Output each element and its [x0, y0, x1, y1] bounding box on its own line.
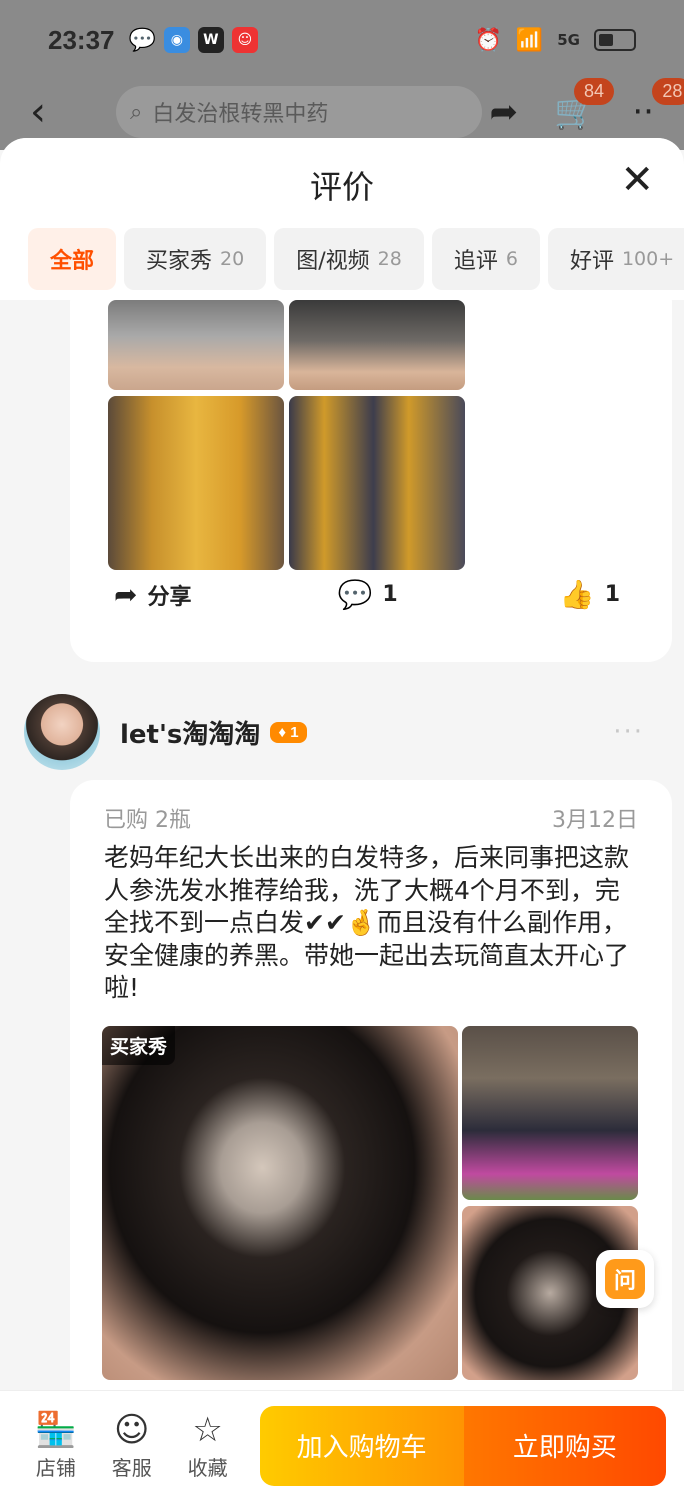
sheet-header: 评价 ✕ 全部 买家秀 20 图/视频 28 追评 6 好评 100+: [0, 138, 684, 300]
like-count: 1: [604, 582, 620, 607]
status-time: 23:37: [48, 24, 115, 55]
cart-icon[interactable]: 🛒 84: [554, 78, 615, 132]
filter-tabs: 全部 买家秀 20 图/视频 28 追评 6 好评 100+: [28, 228, 684, 290]
thumbs-up-icon: 👍: [559, 578, 595, 611]
app-icon: ☺: [231, 27, 258, 53]
tab-label: 买家秀: [146, 249, 213, 274]
ask-button[interactable]: 问: [596, 1250, 654, 1308]
search-bar[interactable]: ⌕ 白发治根转黑中药: [116, 86, 482, 138]
tab-count: 28: [377, 248, 402, 270]
level-badge: ♦ 1: [270, 721, 307, 743]
reviewer-row: let's淘淘淘 ♦ 1 ···: [24, 694, 644, 770]
tab-label: 图/视频: [296, 249, 370, 274]
favorite-label: 收藏: [187, 1456, 228, 1480]
tab-count: 6: [505, 248, 518, 270]
nav-icons: ➦ 🛒 84 ·· 28: [490, 78, 684, 132]
message-badge: 28: [652, 78, 684, 105]
review-photo[interactable]: [108, 300, 284, 390]
avatar[interactable]: [24, 694, 100, 770]
review-actions: ➦ 分享 💬 1 👍 1: [114, 578, 620, 611]
shop-button[interactable]: 🏪 店铺: [18, 1410, 94, 1481]
status-bar: 23:37 💬 ◉ W ☺ ⏰ 📶 5G: [0, 0, 684, 80]
top-nav: ‹ ⌕ 白发治根转黑中药 ➦ 🛒 84 ·· 28: [0, 78, 684, 142]
comment-button[interactable]: 💬 1: [337, 578, 397, 611]
purchase-info: 已购 2瓶: [104, 808, 191, 833]
wechat-icon: 💬: [128, 27, 156, 53]
review-photo[interactable]: [462, 1026, 638, 1200]
search-icon: ⌕: [130, 99, 143, 125]
comment-count: 1: [382, 582, 398, 607]
tab-photo-video[interactable]: 图/视频 28: [274, 228, 424, 290]
service-icon: ☺: [114, 1410, 150, 1450]
level-number: 1: [290, 723, 299, 741]
star-icon: ☆: [192, 1410, 223, 1450]
status-app-icons: 💬 ◉ W ☺: [129, 27, 258, 53]
more-icon[interactable]: ·· 28: [632, 78, 684, 132]
share-icon: ➦: [114, 578, 138, 611]
tab-label: 全部: [50, 249, 95, 274]
review-photo[interactable]: [108, 396, 284, 570]
cart-badge: 84: [574, 78, 615, 105]
background-page: 23:37 💬 ◉ W ☺ ⏰ 📶 5G ‹ ⌕ 白发治根转黑中药 ➦ 🛒 84 …: [0, 0, 684, 150]
tab-all[interactable]: 全部: [28, 228, 117, 290]
review-photo[interactable]: [289, 396, 465, 570]
service-label: 客服: [111, 1456, 152, 1480]
review-card: 已购 2瓶 3月12日 老妈年纪大长出来的白发特多，后来同事把这款人参洗发水推荐…: [70, 780, 672, 1400]
comment-icon: 💬: [337, 578, 373, 611]
favorite-button[interactable]: ☆ 收藏: [170, 1410, 246, 1481]
share-label: 分享: [147, 584, 192, 610]
service-button[interactable]: ☺ 客服: [94, 1410, 170, 1481]
wifi-icon: 📶: [515, 27, 544, 53]
tab-count: 20: [220, 248, 245, 270]
close-icon[interactable]: ✕: [620, 160, 654, 200]
back-icon[interactable]: ‹: [30, 89, 70, 135]
shop-icon: 🏪: [34, 1410, 78, 1450]
browser-icon: ◉: [163, 27, 190, 53]
review-date: 3月12日: [552, 808, 638, 833]
sheet-title: 评价: [309, 168, 374, 206]
review-photo-main[interactable]: 买家秀: [102, 1026, 458, 1380]
tab-count: 100+: [621, 248, 675, 270]
like-button[interactable]: 👍 1: [560, 578, 620, 611]
reviewer-name[interactable]: let's淘淘淘: [120, 714, 260, 751]
shop-label: 店铺: [35, 1456, 76, 1480]
ask-icon: 问: [605, 1259, 645, 1299]
bottom-bar: 🏪 店铺 ☺ 客服 ☆ 收藏 加入购物车 立即购买: [0, 1390, 684, 1500]
buyer-show-tag: 买家秀: [102, 1026, 176, 1065]
share-icon[interactable]: ➦: [490, 92, 519, 132]
review-text: 老妈年纪大长出来的白发特多，后来同事把这款人参洗发水推荐给我，洗了大概4个月不到…: [104, 843, 630, 1002]
purchase-buttons: 加入购物车 立即购买: [259, 1405, 666, 1486]
search-placeholder: 白发治根转黑中药: [152, 102, 329, 127]
tab-label: 追评: [453, 249, 498, 274]
wps-icon: W: [197, 27, 224, 53]
review-photo[interactable]: [289, 300, 465, 390]
alarm-icon: ⏰: [474, 27, 502, 53]
share-button[interactable]: ➦ 分享: [114, 578, 191, 611]
tab-positive[interactable]: 好评 100+: [547, 228, 684, 290]
tab-buyer-show[interactable]: 买家秀 20: [124, 228, 267, 290]
status-right: ⏰ 📶 5G: [474, 28, 636, 53]
battery-icon: [594, 29, 636, 51]
buy-now-button[interactable]: 立即购买: [463, 1405, 666, 1486]
add-to-cart-button[interactable]: 加入购物车: [259, 1405, 464, 1486]
network-label: 5G: [557, 31, 580, 49]
tab-follow-up[interactable]: 追评 6: [431, 228, 540, 290]
more-icon[interactable]: ···: [613, 717, 644, 747]
review-card: ➦ 分享 💬 1 👍 1: [70, 278, 672, 662]
review-meta: 已购 2瓶 3月12日: [104, 802, 638, 834]
tab-label: 好评: [569, 249, 614, 274]
review-sheet: 评价 ✕ 全部 买家秀 20 图/视频 28 追评 6 好评 100+ ➦ 分享 💬 1…: [0, 138, 684, 1400]
